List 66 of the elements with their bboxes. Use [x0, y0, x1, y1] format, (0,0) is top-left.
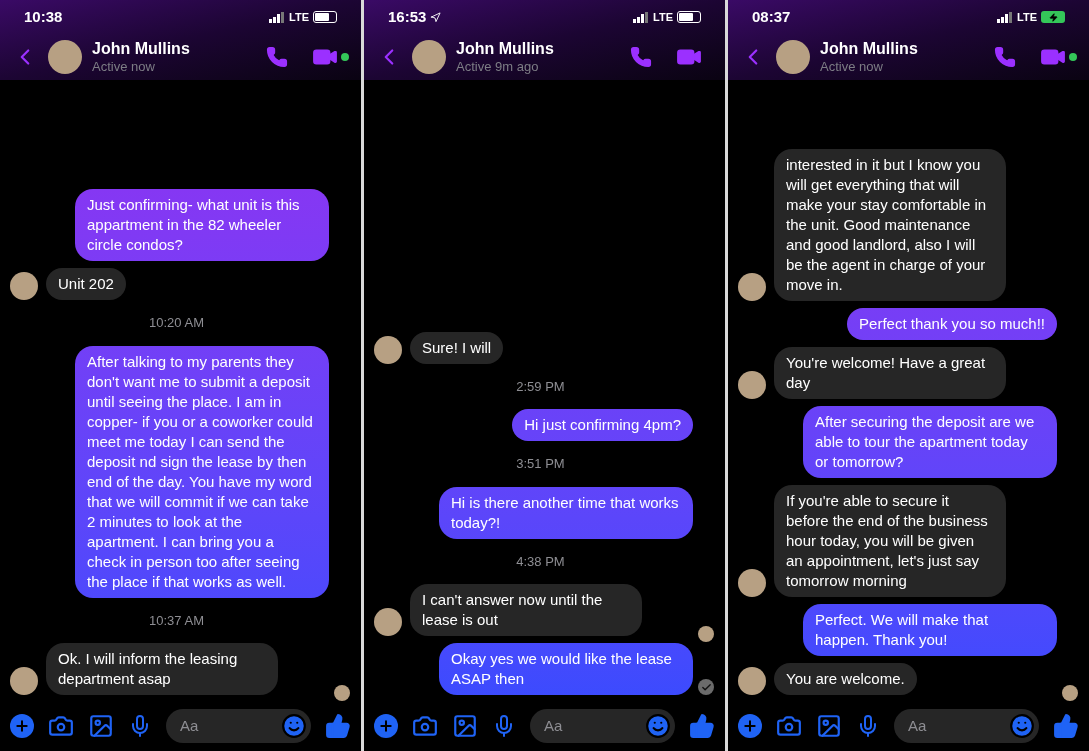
contact-name: John Mullins	[820, 38, 919, 59]
emoji-button[interactable]	[645, 713, 671, 739]
like-button[interactable]	[325, 713, 351, 739]
message-input[interactable]: Aa	[544, 714, 645, 738]
network-label: LTE	[1017, 9, 1037, 25]
received-message: Unit 202	[46, 268, 126, 300]
gallery-button[interactable]	[816, 713, 842, 739]
camera-button[interactable]	[412, 713, 438, 739]
message-field[interactable]: Aa	[166, 709, 311, 743]
contact-name: John Mullins	[92, 38, 191, 59]
like-button[interactable]	[689, 713, 715, 739]
received-message: If you're able to secure it before the end of the business hour today, you will be given an appointment, let's just say tomorrow morning	[774, 485, 1006, 597]
signal-icon	[633, 11, 650, 23]
plus-icon	[14, 718, 30, 734]
camera-button[interactable]	[48, 713, 74, 739]
phone-call-icon[interactable]	[266, 46, 288, 68]
contact-name: John Mullins	[456, 38, 555, 59]
sent-message: After talking to my parents they don't want me to submit a deposit until seeing the place. I am in copper- if you or a coworker could meet me today I can send the deposit nd sign the lease by then end of the day. You have my word that we will commit if we can take 2 minutes to look at the apartment. I can bring you a check in person too after seeing the place if that works as well.	[75, 345, 329, 598]
plus-icon	[742, 718, 758, 734]
status-time: 08:37	[752, 6, 791, 27]
message-input[interactable]: Aa	[180, 714, 281, 738]
received-message: You're welcome! Have a great day	[774, 347, 1006, 399]
contact-avatar	[48, 40, 82, 74]
sent-message: Hi is there another time that works today?!	[439, 486, 693, 539]
received-message: I can't answer now until the lease is out	[410, 584, 642, 636]
signal-icon	[269, 11, 286, 23]
status-time: 10:38	[24, 6, 63, 27]
message-field[interactable]: Aa	[894, 709, 1039, 743]
sent-message: Perfect thank you so much!!	[847, 308, 1057, 340]
sent-message: Okay yes we would like the lease ASAP then	[439, 643, 693, 695]
add-button[interactable]	[374, 714, 398, 738]
received-message: You are welcome.	[774, 663, 917, 695]
received-message: Ok. I will inform the leasing department asap	[46, 643, 278, 695]
timestamp: 4:38 PM	[516, 552, 565, 571]
received-message: Sure! I will	[410, 331, 504, 364]
message-field[interactable]: Aa	[530, 709, 675, 743]
phone-call-icon[interactable]	[994, 46, 1016, 68]
contact-avatar	[776, 40, 810, 74]
timestamp: 2:59 PM	[516, 377, 565, 396]
contact-avatar	[412, 40, 446, 74]
emoji-button[interactable]	[281, 713, 307, 739]
phone-call-icon[interactable]	[630, 46, 652, 68]
sent-message: Hi just confirming 4pm?	[512, 409, 693, 441]
sent-message: After securing the deposit are we able to tour the apartment today or tomorrow?	[803, 406, 1057, 478]
timestamp: 3:51 PM	[516, 455, 565, 473]
sent-message: Perfect. We will make that happen. Thank you!	[803, 604, 1057, 656]
network-label: LTE	[653, 9, 673, 25]
add-button[interactable]	[738, 714, 762, 738]
signal-icon	[997, 11, 1014, 23]
contact-status: Active 9m ago	[456, 58, 540, 76]
network-label: LTE	[289, 9, 309, 25]
message-input[interactable]: Aa	[908, 714, 1009, 738]
like-button[interactable]	[1053, 713, 1079, 739]
gallery-button[interactable]	[88, 713, 114, 739]
add-button[interactable]	[10, 714, 34, 738]
sent-message: Just confirming- what unit is this appartment in the 82 wheeler circle condos?	[75, 189, 329, 261]
received-message: interested in it but I know you will get everything that will make your stay comfortable in the unit. Good maintenance and good landlord, also I will be the agent in charge of your move in.	[774, 149, 1006, 301]
status-time: 16:53	[388, 6, 427, 27]
gallery-button[interactable]	[452, 713, 478, 739]
timestamp: 10:20 AM	[149, 314, 204, 332]
camera-button[interactable]	[776, 713, 802, 739]
emoji-button[interactable]	[1009, 713, 1035, 739]
contact-status: Active now	[820, 58, 884, 76]
plus-icon	[378, 718, 394, 734]
timestamp: 10:37 AM	[149, 611, 204, 630]
contact-status: Active now	[92, 58, 156, 76]
